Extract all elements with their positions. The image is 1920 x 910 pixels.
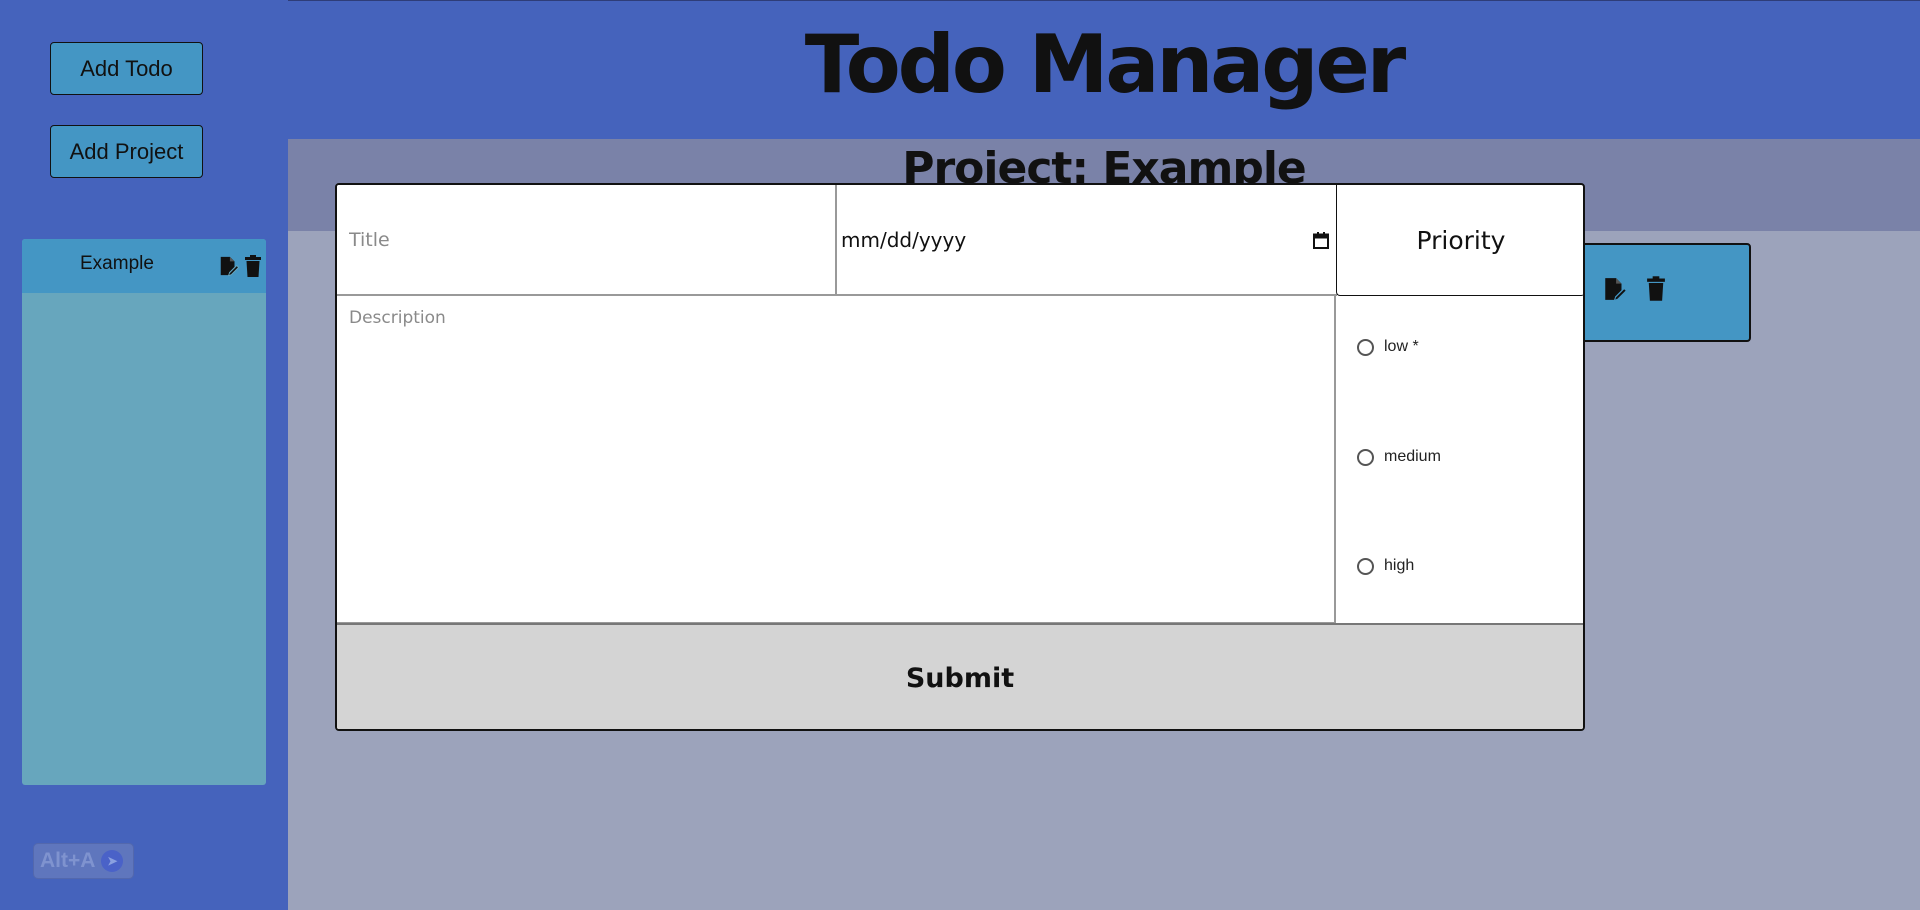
priority-heading: Priority (1336, 185, 1583, 296)
add-project-button[interactable]: Add Project (50, 125, 203, 178)
priority-option-medium[interactable]: medium (1357, 448, 1441, 466)
add-todo-button[interactable]: Add Todo (50, 42, 203, 95)
priority-option-high[interactable]: high (1357, 557, 1414, 575)
priority-option-low[interactable]: low * (1357, 338, 1419, 356)
radio-high[interactable] (1357, 557, 1374, 575)
todo-card[interactable] (1578, 243, 1751, 342)
edit-icon[interactable] (1602, 276, 1628, 306)
top-border (0, 0, 1920, 1)
add-todo-modal: mm/dd/yyyy Priority low * medium high Su… (335, 183, 1585, 731)
due-date-input[interactable]: mm/dd/yyyy (837, 185, 1337, 296)
sidebar: Add Todo Add Project Example Alt+A ➤ (0, 0, 288, 910)
page-title: Todo Manager (804, 18, 1407, 111)
project-name: Example (80, 253, 154, 274)
project-item-example[interactable]: Example (22, 239, 266, 293)
arrow-icon: ➤ (101, 850, 124, 872)
title-input[interactable] (337, 185, 837, 296)
priority-label-medium: medium (1384, 448, 1441, 465)
priority-label-low: low * (1384, 338, 1419, 355)
radio-low[interactable] (1357, 338, 1374, 356)
submit-button[interactable]: Submit (337, 623, 1583, 729)
priority-options: low * medium high (1337, 296, 1583, 624)
date-placeholder: mm/dd/yyyy (841, 227, 967, 252)
edit-icon[interactable] (218, 255, 240, 281)
trash-icon[interactable] (1646, 276, 1666, 305)
shortcut-label: Alt+A (40, 849, 96, 872)
project-list: Example (22, 239, 266, 785)
description-input[interactable] (337, 296, 1336, 624)
shortcut-badge[interactable]: Alt+A ➤ (33, 843, 134, 879)
radio-medium[interactable] (1357, 448, 1374, 466)
trash-icon[interactable] (244, 255, 262, 281)
calendar-icon[interactable] (1313, 230, 1329, 254)
priority-label-high: high (1384, 557, 1415, 574)
